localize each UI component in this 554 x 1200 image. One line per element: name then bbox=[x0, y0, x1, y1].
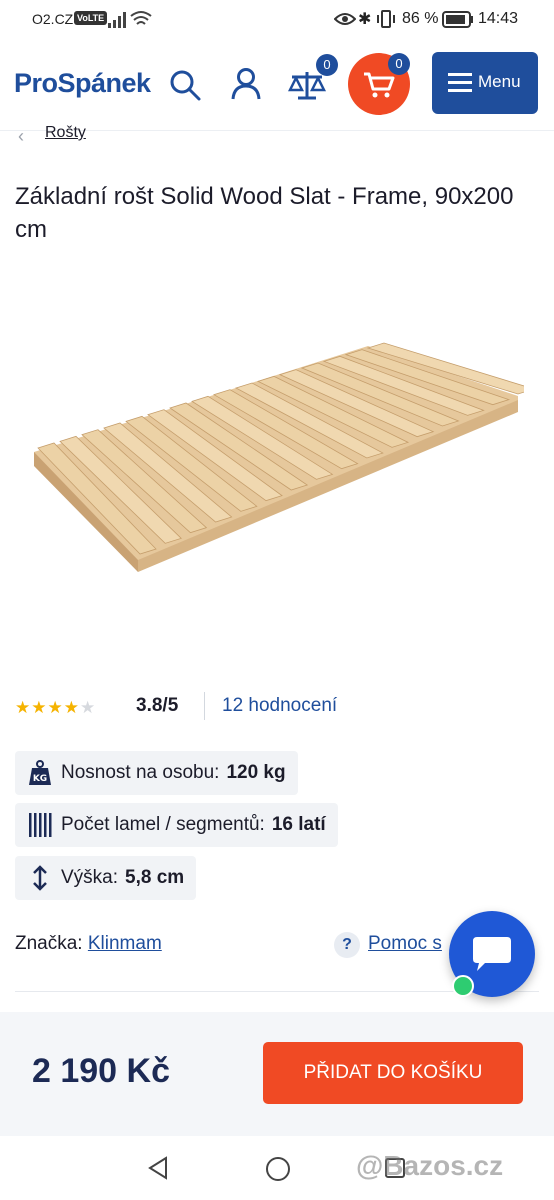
carrier-label: O2.CZ bbox=[32, 11, 74, 27]
chevron-left-icon: ‹ bbox=[18, 126, 24, 146]
watermark: @Bazos.cz bbox=[356, 1150, 504, 1181]
cart-count-badge: 0 bbox=[388, 53, 410, 75]
height-arrows-icon bbox=[33, 865, 47, 891]
rating-score: 3.8/5 bbox=[136, 695, 179, 716]
reviews-link[interactable]: 12 hodnocení bbox=[222, 695, 337, 717]
cart-icon bbox=[364, 72, 395, 98]
param-label: Počet lamel / segmentů: bbox=[61, 814, 265, 835]
param-load-capacity: KG Nosnost na osobu: 120 kg bbox=[15, 751, 298, 795]
eye-icon bbox=[334, 13, 356, 25]
vibrate-icon bbox=[377, 10, 395, 28]
star-filled-icon: ★ bbox=[47, 698, 64, 717]
brand-row: Značka: Klinmam bbox=[15, 933, 162, 955]
product-image[interactable] bbox=[28, 340, 524, 576]
param-label: Nosnost na osobu: bbox=[61, 762, 220, 783]
clock: 14:43 bbox=[478, 10, 519, 27]
star-empty-icon: ★ bbox=[80, 698, 97, 717]
star-filled-icon: ★ bbox=[31, 698, 48, 717]
product-price: 2 190 Kč bbox=[32, 1052, 170, 1090]
hamburger-icon bbox=[448, 73, 472, 92]
wifi-icon bbox=[130, 11, 152, 25]
brand-link[interactable]: Klinmam bbox=[88, 933, 162, 954]
bluetooth-icon: ✱ bbox=[358, 11, 372, 28]
rating-divider bbox=[204, 692, 205, 720]
online-status-dot bbox=[452, 975, 474, 997]
battery-icon bbox=[442, 11, 473, 28]
add-to-cart-button[interactable]: PŘIDAT DO KOŠÍKU bbox=[263, 1042, 523, 1104]
menu-button[interactable]: Menu bbox=[432, 52, 538, 114]
status-bar: O2.CZ VoLTE ✱ 86 % 14:43 bbox=[0, 0, 554, 40]
volte-badge: VoLTE bbox=[74, 11, 108, 25]
breadcrumb-link[interactable]: Rošty bbox=[45, 124, 86, 142]
signal-icon bbox=[108, 12, 126, 28]
compare-count-badge: 0 bbox=[316, 54, 338, 76]
star-filled-icon: ★ bbox=[63, 698, 80, 717]
param-label: Výška: bbox=[61, 867, 119, 888]
product-title: Základní rošt Solid Wood Slat - Frame, 9… bbox=[15, 183, 514, 243]
param-value: 16 latí bbox=[271, 814, 326, 835]
param-value: 5,8 cm bbox=[125, 867, 185, 888]
user-icon[interactable] bbox=[230, 67, 262, 101]
back-icon[interactable] bbox=[146, 1156, 170, 1180]
star-filled-icon: ★ bbox=[15, 698, 32, 717]
help-link[interactable]: Pomoc s bbox=[368, 933, 442, 955]
battery-percent: 86 % bbox=[402, 10, 439, 27]
rating-stars: ★★★★★ bbox=[15, 698, 96, 718]
site-logo[interactable]: ProSpánek bbox=[14, 68, 151, 99]
param-slat-count: Počet lamel / segmentů: 16 latí bbox=[15, 803, 338, 847]
site-header: ProSpánek 0 0 Menu bbox=[0, 40, 554, 131]
svg-text:KG: KG bbox=[33, 774, 47, 784]
help-icon: ? bbox=[334, 932, 360, 958]
menu-label: Menu bbox=[478, 72, 521, 91]
param-value: 120 kg bbox=[226, 762, 286, 783]
weight-kg-icon: KG bbox=[29, 760, 51, 785]
search-icon[interactable] bbox=[168, 68, 202, 102]
brand-label: Značka: bbox=[15, 933, 83, 954]
chat-bubble-icon bbox=[473, 937, 511, 971]
param-height: Výška: 5,8 cm bbox=[15, 856, 197, 900]
slats-icon bbox=[29, 813, 52, 837]
home-icon[interactable] bbox=[265, 1156, 291, 1182]
